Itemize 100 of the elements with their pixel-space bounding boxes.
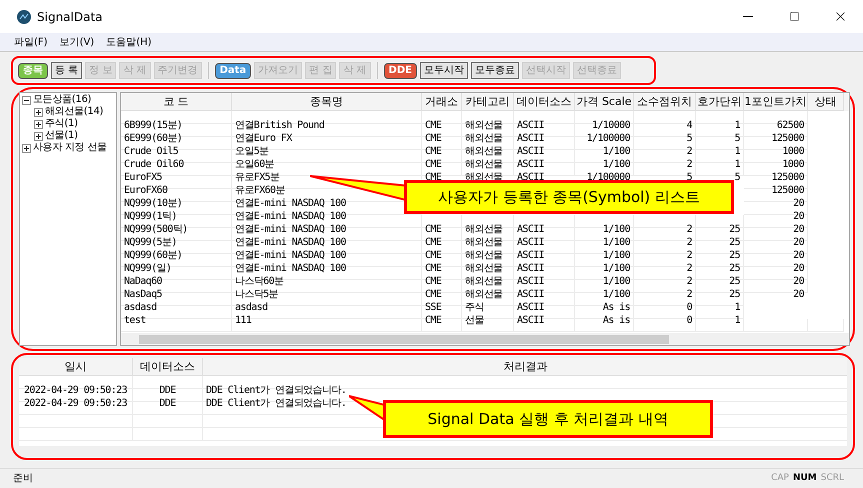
column-header[interactable]: 상태: [808, 93, 844, 111]
table-cell: ASCII: [517, 224, 544, 235]
column-header[interactable]: 처리결과: [203, 358, 847, 376]
table-cell: CME: [425, 250, 442, 261]
table-cell: 2022-04-29 09:50:23: [24, 385, 127, 396]
table-cell: ASCII: [517, 120, 544, 131]
toolbar-button[interactable]: 모두시작: [420, 62, 468, 79]
table-cell: CME: [425, 224, 442, 235]
table-cell: CME: [425, 237, 442, 248]
table-cell: 해외선물: [465, 289, 503, 300]
tree-item[interactable]: 선물(1): [45, 130, 78, 142]
table-cell: 해외선물: [465, 159, 503, 170]
tree-item[interactable]: 해외선물(14): [45, 106, 104, 118]
table-cell: SSE: [425, 302, 442, 313]
table-cell: 해외선물: [465, 224, 503, 235]
column-header[interactable]: 소수점위치: [634, 93, 696, 111]
table-cell: CME: [425, 133, 442, 144]
table-cell: 오일60분: [235, 159, 274, 170]
table-cell: 6B999(15분): [124, 120, 182, 131]
table-cell: 1/100: [602, 263, 630, 274]
table-cell: 1/100: [602, 224, 630, 235]
table-cell: NasDaq5: [124, 289, 162, 300]
table-cell: 연결E-mini NASDAQ 100: [235, 211, 346, 222]
table-cell: 5: [686, 133, 692, 144]
table-cell: 2: [686, 289, 692, 300]
table-cell: NQ999(60분): [124, 250, 182, 261]
toolbar-button[interactable]: 등 록: [51, 62, 82, 79]
table-cell: As is: [602, 315, 630, 326]
table-cell: 1/100: [602, 276, 630, 287]
table-cell: 1: [734, 315, 740, 326]
table-cell: 20: [793, 198, 804, 209]
column-header[interactable]: 종목명: [232, 93, 422, 111]
table-cell: 1/100: [602, 289, 630, 300]
tree-item[interactable]: 사용자 지정 선물: [33, 142, 107, 154]
table-cell: 1/100: [602, 146, 630, 157]
table-cell: 1: [734, 159, 740, 170]
table-cell: DDE Client가 연결되었습니다.: [206, 398, 346, 409]
table-cell: asdasd: [235, 302, 268, 313]
table-cell: 2022-04-29 09:50:23: [24, 398, 127, 409]
table-cell: ASCII: [517, 302, 544, 313]
table-cell: CME: [425, 159, 442, 170]
toolbar-tag: DDE: [384, 62, 417, 78]
table-cell: NQ999(500틱): [124, 224, 188, 235]
table-cell: DDE Client가 연결되었습니다.: [206, 385, 346, 396]
table-cell: ASCII: [517, 237, 544, 248]
column-header[interactable]: 호가단위: [696, 93, 744, 111]
table-cell: 125000: [771, 133, 804, 144]
table-cell: 5: [734, 133, 740, 144]
status-indicator: CAP: [771, 472, 789, 485]
table-cell: 20: [793, 289, 804, 300]
table-cell: 유로FX5분: [235, 172, 280, 183]
column-header[interactable]: 거래소: [422, 93, 462, 111]
table-cell: 20: [793, 211, 804, 222]
table-cell: Crude Oil60: [124, 159, 184, 170]
table-cell: 6E999(60분): [124, 133, 182, 144]
tree-item[interactable]: 주식(1): [45, 118, 78, 130]
table-cell: ASCII: [517, 146, 544, 157]
table-cell: DDE: [159, 398, 176, 409]
table-cell: 주식: [465, 302, 484, 313]
table-cell: 25: [729, 237, 740, 248]
table-cell: 해외선물: [465, 263, 503, 274]
table-cell: CME: [425, 315, 442, 326]
table-cell: NaDaq60: [124, 276, 162, 287]
table-cell: 1: [734, 146, 740, 157]
table-cell: ASCII: [517, 276, 544, 287]
table-cell: NQ999(일): [124, 263, 172, 274]
table-cell: 1/100: [602, 237, 630, 248]
menu-item[interactable]: 도움말(H): [106, 34, 152, 50]
column-header[interactable]: 데이터소스: [133, 358, 203, 376]
table-cell: 2: [686, 276, 692, 287]
table-cell: 해외선물: [465, 276, 503, 287]
table-cell: 25: [729, 250, 740, 261]
table-cell: CME: [425, 146, 442, 157]
menu-item[interactable]: 파일(F): [14, 34, 48, 50]
table-cell: 연결Euro FX: [235, 133, 292, 144]
table-cell: 해외선물: [465, 146, 503, 157]
column-header[interactable]: 일시: [19, 358, 133, 376]
tree-item[interactable]: 모든상품(16): [33, 94, 92, 106]
table-cell: 2: [686, 250, 692, 261]
column-header[interactable]: 코 드: [121, 93, 232, 111]
table-cell: 125000: [771, 172, 804, 183]
table-cell: 0: [686, 302, 692, 313]
column-header[interactable]: 가격 Scale: [575, 93, 634, 111]
status-indicator: SCRL: [820, 472, 844, 485]
column-header[interactable]: 카테고리: [462, 93, 514, 111]
column-header[interactable]: 데이터소스: [514, 93, 575, 111]
table-cell: 4: [686, 120, 692, 131]
table-cell: 해외선물: [465, 133, 503, 144]
table-cell: 나스닥5분: [235, 289, 278, 300]
toolbar-tag: 종목: [18, 62, 48, 78]
table-cell: 2: [686, 237, 692, 248]
column-header[interactable]: 1포인트가치: [744, 93, 808, 111]
menu-item[interactable]: 보기(V): [60, 34, 94, 50]
table-cell: 25: [729, 263, 740, 274]
table-cell: 20: [793, 250, 804, 261]
table-cell: 0: [686, 315, 692, 326]
table-cell: ASCII: [517, 133, 544, 144]
toolbar-button[interactable]: 모두종료: [470, 62, 519, 79]
table-cell: EuroFX60: [124, 185, 168, 196]
table-cell: EuroFX5: [124, 172, 162, 183]
